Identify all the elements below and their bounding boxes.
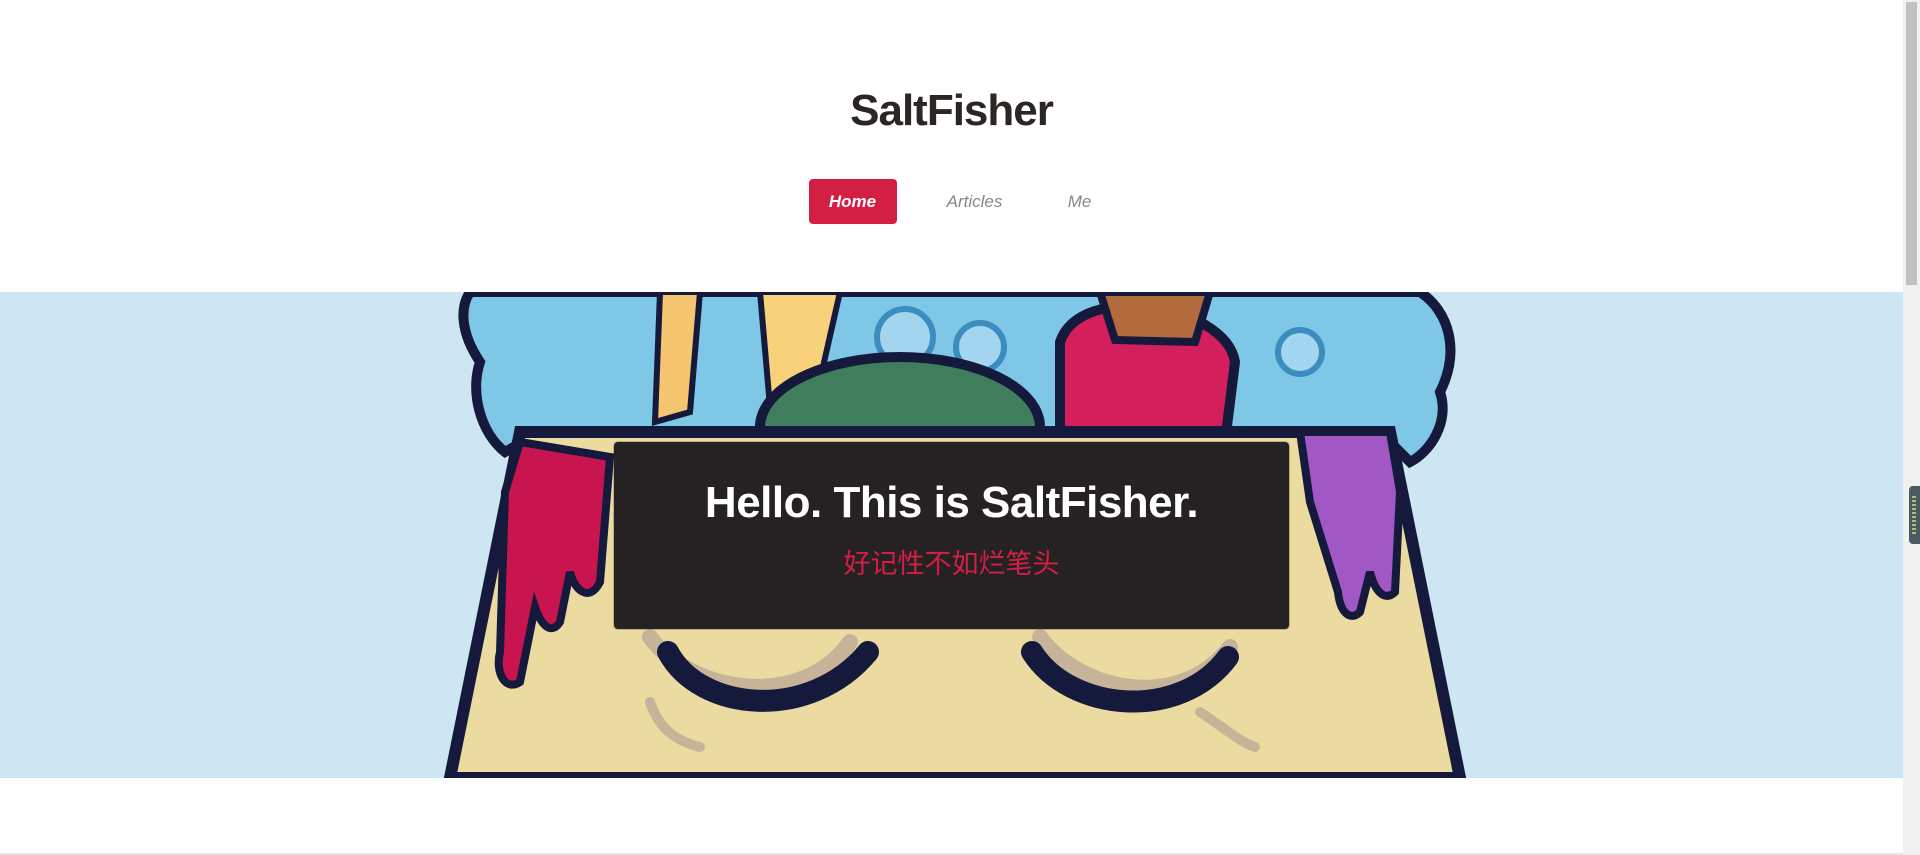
vertical-scrollbar[interactable] bbox=[1903, 0, 1920, 855]
site-title[interactable]: SaltFisher bbox=[0, 86, 1903, 136]
main-nav: Home Articles Me bbox=[0, 179, 1903, 224]
hero-banner: Hello. This is SaltFisher. 好记性不如烂笔头 bbox=[0, 292, 1903, 778]
nav-item-articles[interactable]: Articles bbox=[945, 179, 1005, 224]
side-panel-handle-icon[interactable] bbox=[1909, 486, 1920, 544]
hero-title: Hello. This is SaltFisher. bbox=[704, 478, 1199, 527]
scrollbar-thumb[interactable] bbox=[1906, 2, 1917, 285]
nav-item-home[interactable]: Home bbox=[808, 179, 897, 224]
hero-card: Hello. This is SaltFisher. 好记性不如烂笔头 bbox=[614, 442, 1289, 629]
hero-subtitle: 好记性不如烂笔头 bbox=[843, 549, 1060, 580]
nav-item-me[interactable]: Me bbox=[1065, 179, 1095, 224]
site-header: SaltFisher Home Articles Me bbox=[0, 0, 1903, 292]
browser-viewport: SaltFisher Home Articles Me Hello. This … bbox=[0, 0, 1903, 855]
page: SaltFisher Home Articles Me Hello. This … bbox=[0, 0, 1920, 855]
